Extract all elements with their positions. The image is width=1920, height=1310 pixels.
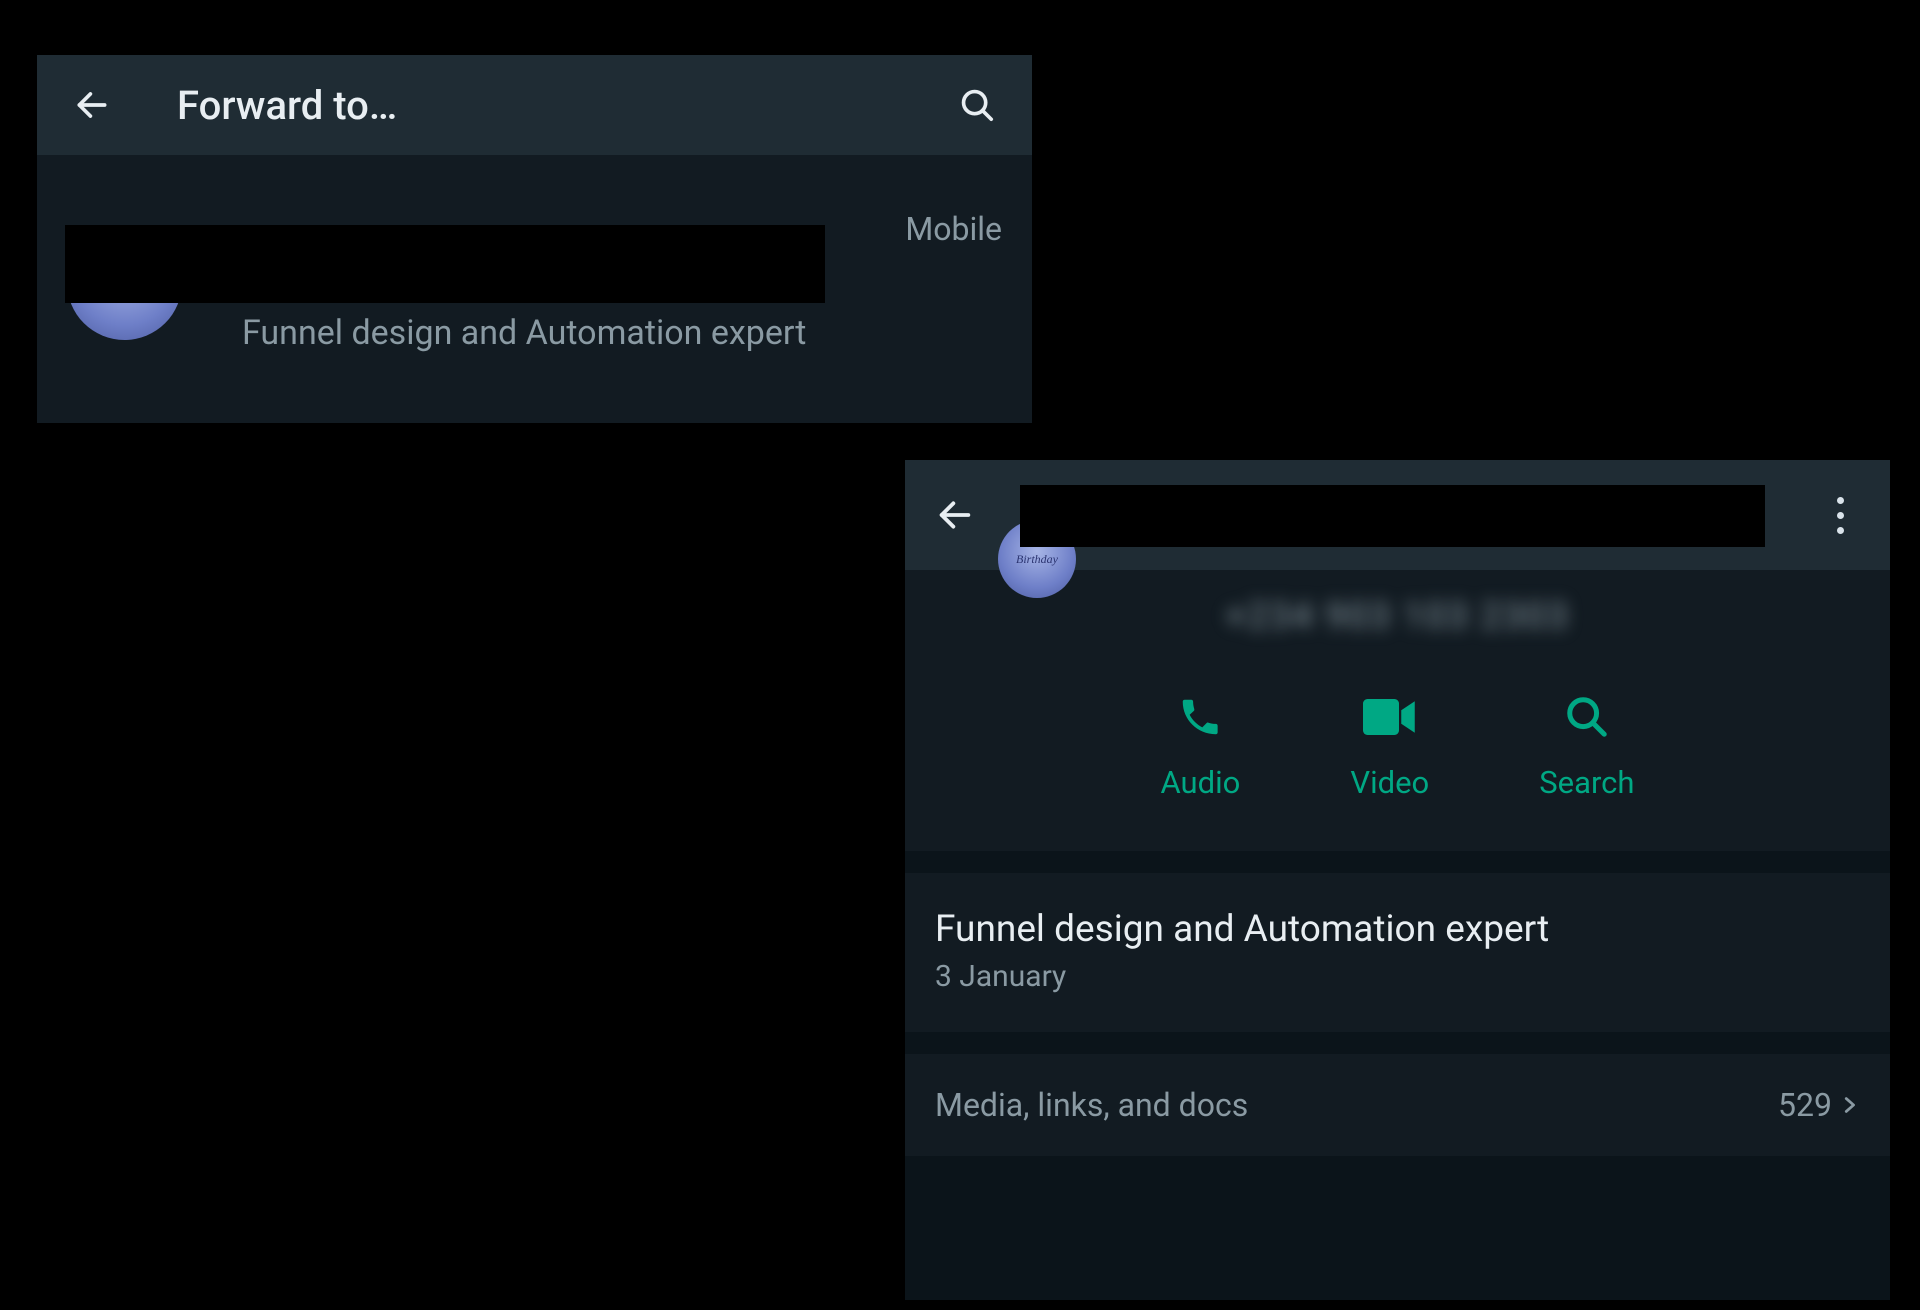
phone-number-blurred: +234 903 103 2303: [905, 595, 1890, 637]
arrow-left-icon: [73, 86, 111, 124]
search-in-chat-button[interactable]: Search: [1539, 692, 1634, 801]
contact-info-header: Birthday: [905, 460, 1890, 570]
video-icon: [1363, 697, 1417, 737]
arrow-left-icon: [935, 495, 975, 535]
back-button[interactable]: [67, 80, 117, 130]
more-vertical-icon: [1837, 497, 1844, 534]
contact-status: Funnel design and Automation expert: [242, 313, 806, 353]
section-divider: [905, 851, 1890, 873]
chevron-right-icon: [1838, 1090, 1860, 1120]
contact-type-label: Mobile: [905, 210, 1002, 248]
about-date: 3 January: [935, 959, 1860, 994]
phone-icon: [1177, 694, 1223, 740]
media-count: 529: [1778, 1086, 1832, 1124]
video-call-button[interactable]: Video: [1350, 692, 1429, 801]
search-icon: [1564, 694, 1610, 740]
media-label: Media, links, and docs: [935, 1086, 1248, 1124]
search-label: Search: [1539, 764, 1634, 801]
back-button[interactable]: [930, 490, 980, 540]
forward-panel: Forward to… Birthday Mobile Funnel desig…: [37, 55, 1032, 423]
audio-label: Audio: [1161, 764, 1241, 801]
section-divider: [905, 1032, 1890, 1054]
more-options-button[interactable]: [1815, 490, 1865, 540]
search-icon: [958, 86, 996, 124]
contact-info-panel: Birthday +234 903 103 2303 Audio: [905, 460, 1890, 1300]
media-links-docs-row[interactable]: Media, links, and docs 529: [905, 1054, 1890, 1156]
about-text: Funnel design and Automation expert: [935, 908, 1860, 951]
redaction-block: [1020, 485, 1765, 547]
media-count-wrap: 529: [1778, 1086, 1860, 1124]
contact-row[interactable]: Birthday Mobile Funnel design and Automa…: [37, 155, 1032, 415]
actions-row: Audio Video Search: [905, 692, 1890, 801]
phone-actions-section: +234 903 103 2303 Audio Video: [905, 570, 1890, 851]
forward-title: Forward to…: [177, 82, 952, 129]
forward-header: Forward to…: [37, 55, 1032, 155]
audio-call-button[interactable]: Audio: [1161, 692, 1241, 801]
redaction-block: [65, 225, 825, 303]
search-button[interactable]: [952, 80, 1002, 130]
about-section[interactable]: Funnel design and Automation expert 3 Ja…: [905, 873, 1890, 1032]
video-label: Video: [1350, 764, 1429, 801]
